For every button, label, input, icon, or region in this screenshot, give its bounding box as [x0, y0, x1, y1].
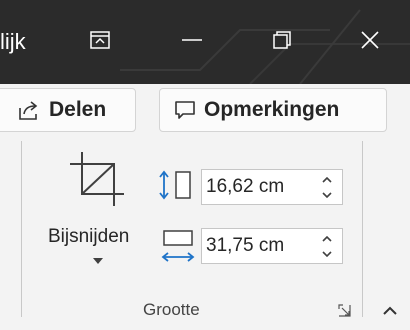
restore-icon	[273, 31, 291, 49]
minimize-icon	[182, 39, 202, 41]
close-icon	[361, 31, 379, 49]
height-increase-button[interactable]	[320, 173, 334, 186]
ribbon-display-options-button[interactable]	[78, 18, 122, 62]
dialog-launcher-icon[interactable]	[338, 304, 352, 318]
height-input[interactable]	[202, 172, 310, 202]
title-bar: lijk	[0, 0, 410, 84]
height-decrease-button[interactable]	[320, 188, 334, 201]
close-button[interactable]	[348, 18, 392, 62]
share-icon	[19, 101, 38, 120]
shape-width-icon	[161, 230, 195, 262]
share-label: Delen	[49, 98, 107, 121]
width-input[interactable]	[202, 231, 310, 261]
chevron-up-icon	[322, 235, 332, 242]
chevron-down-icon	[322, 250, 332, 257]
height-spinner[interactable]	[201, 169, 343, 205]
comments-button[interactable]: Opmerkingen	[159, 88, 387, 132]
comments-label: Opmerkingen	[204, 98, 340, 121]
width-decrease-button[interactable]	[320, 247, 334, 260]
width-spinner[interactable]	[201, 228, 343, 264]
ribbon-display-options-icon	[90, 31, 110, 49]
restore-button[interactable]	[260, 18, 304, 62]
group-separator	[21, 141, 22, 317]
height-spinner-arrows	[320, 173, 334, 201]
collapse-ribbon-icon[interactable]	[380, 300, 400, 320]
group-label-size: Grootte	[143, 300, 200, 319]
width-spinner-arrows	[320, 232, 334, 260]
chevron-down-icon	[322, 191, 332, 198]
chevron-down-icon[interactable]	[93, 258, 103, 264]
share-button[interactable]: Delen	[0, 88, 136, 132]
chevron-up-icon	[322, 176, 332, 183]
minimize-button[interactable]	[170, 18, 214, 62]
group-separator	[362, 141, 363, 317]
width-increase-button[interactable]	[320, 232, 334, 245]
crop-icon[interactable]	[68, 150, 128, 210]
comment-icon	[175, 101, 195, 119]
window-title: lijk	[0, 29, 26, 54]
crop-button-label[interactable]: Bijsnijden	[48, 226, 129, 248]
shape-height-icon	[159, 170, 191, 200]
